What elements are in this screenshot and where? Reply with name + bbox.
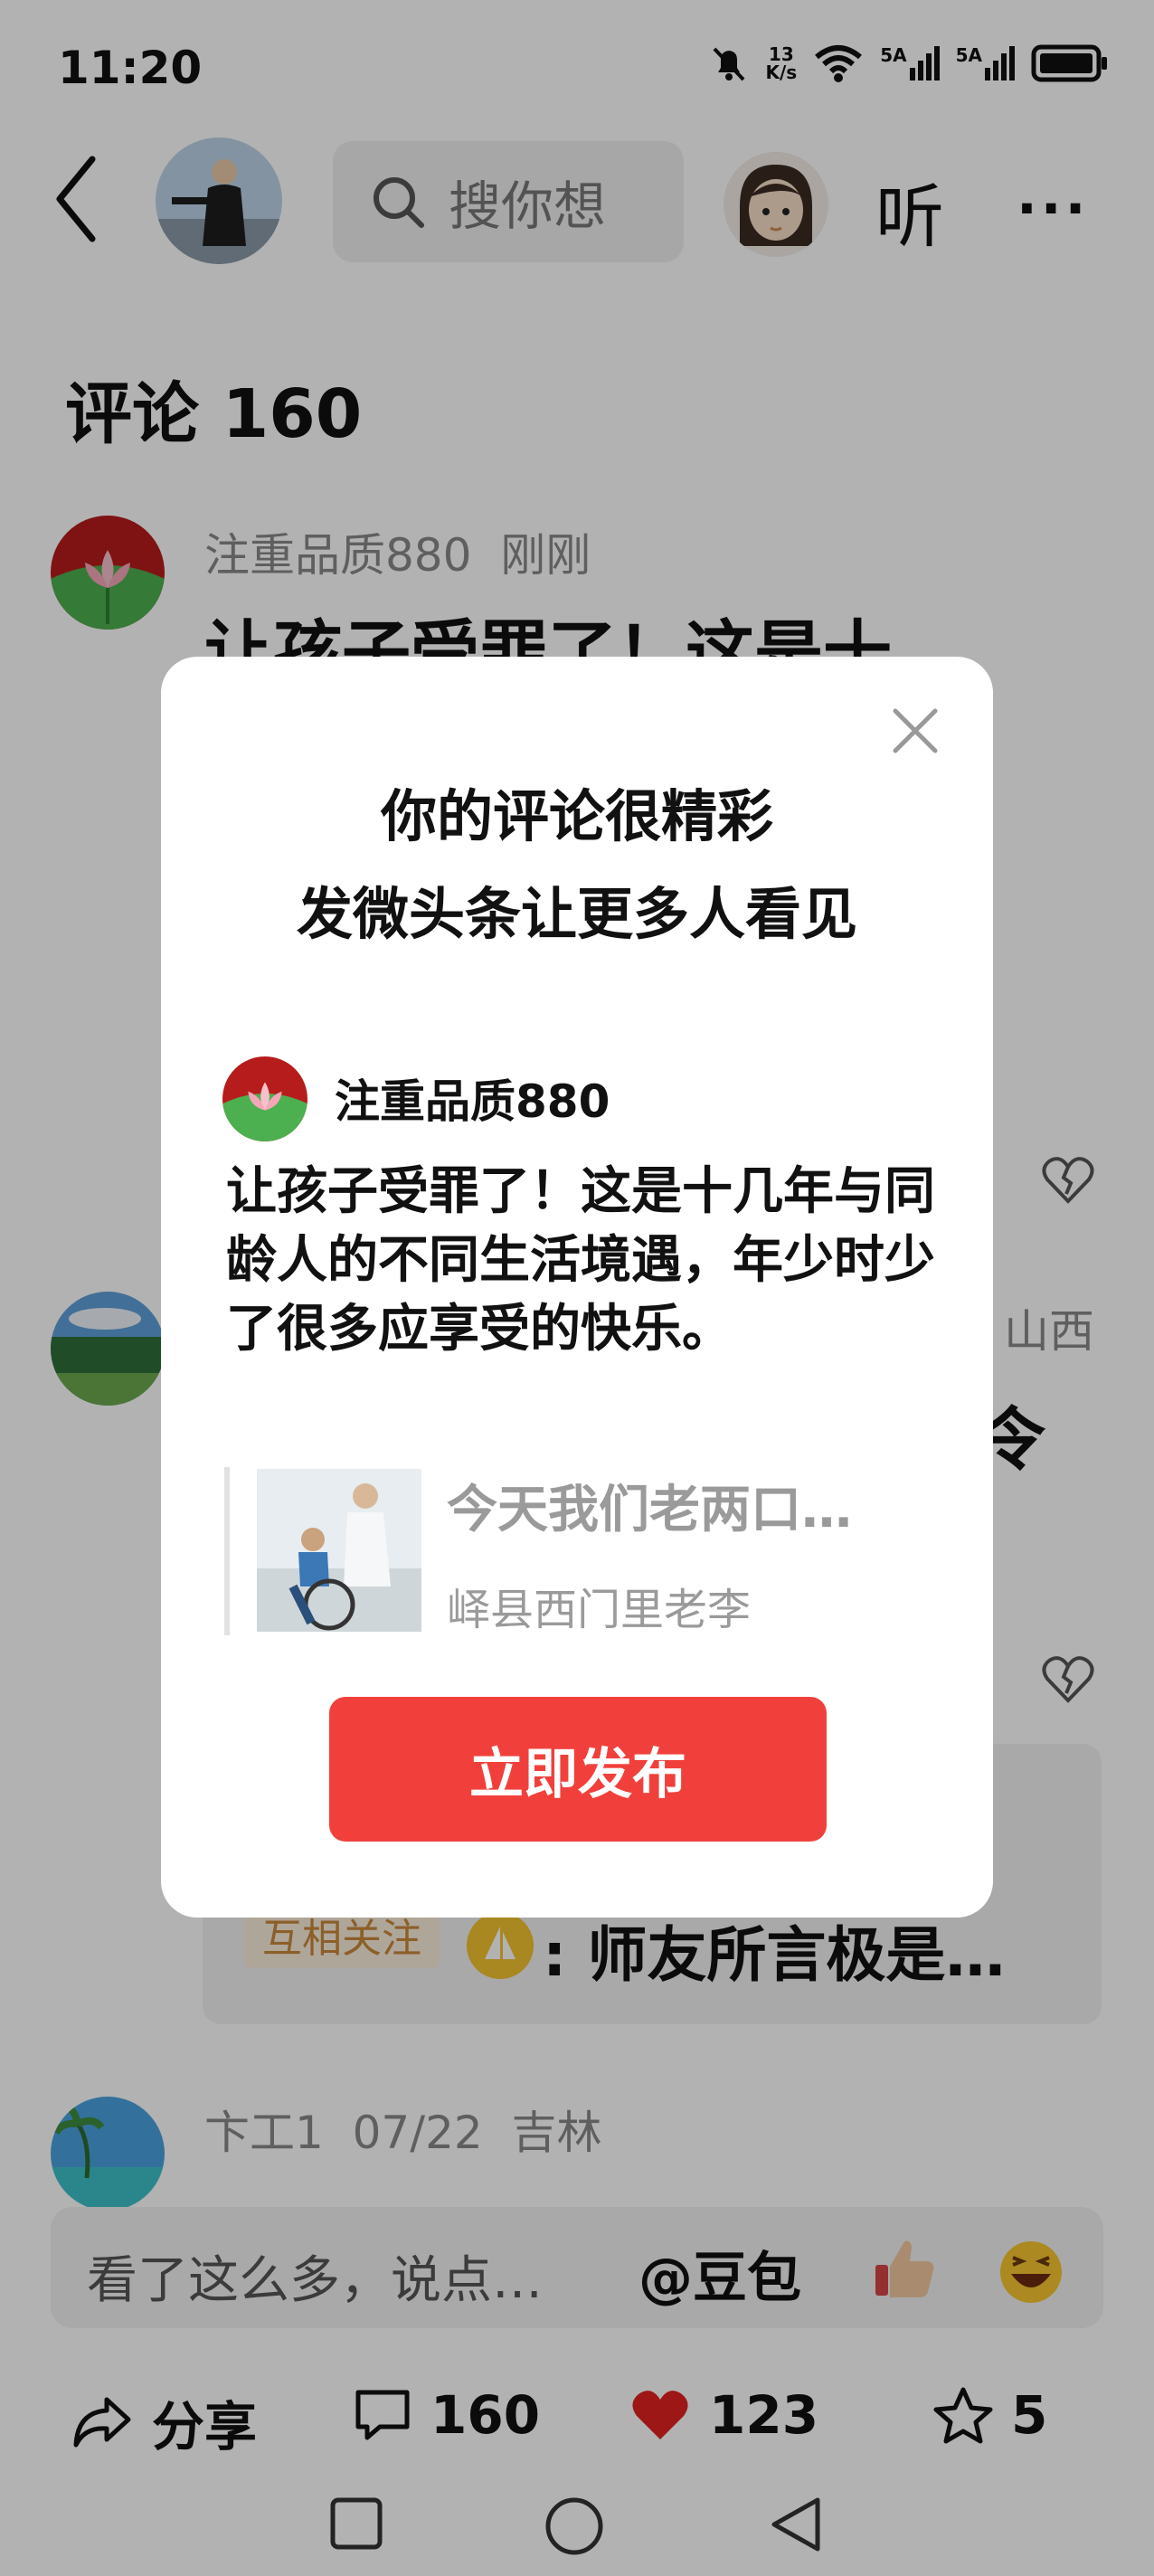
publish-button[interactable]: 立即发布 bbox=[329, 1697, 827, 1842]
quoted-article-author: 峄县西门里老李 bbox=[447, 1585, 752, 1635]
close-icon[interactable] bbox=[888, 704, 942, 758]
quote-divider bbox=[224, 1467, 230, 1635]
modal-user-avatar bbox=[222, 1056, 307, 1141]
quoted-article-thumbnail bbox=[257, 1469, 421, 1632]
quoted-article-title: 今天我们老两口… bbox=[447, 1481, 852, 1539]
modal-username: 注重品质880 bbox=[335, 1075, 610, 1128]
modal-title-line1: 你的评论很精彩 bbox=[380, 783, 773, 849]
modal-comment-text: 让孩子受罪了！这是十几年与同龄人的不同生活境遇，年少时少了很多应享受的快乐。 bbox=[226, 1162, 935, 1359]
modal-title-line2: 发微头条让更多人看见 bbox=[296, 881, 857, 947]
